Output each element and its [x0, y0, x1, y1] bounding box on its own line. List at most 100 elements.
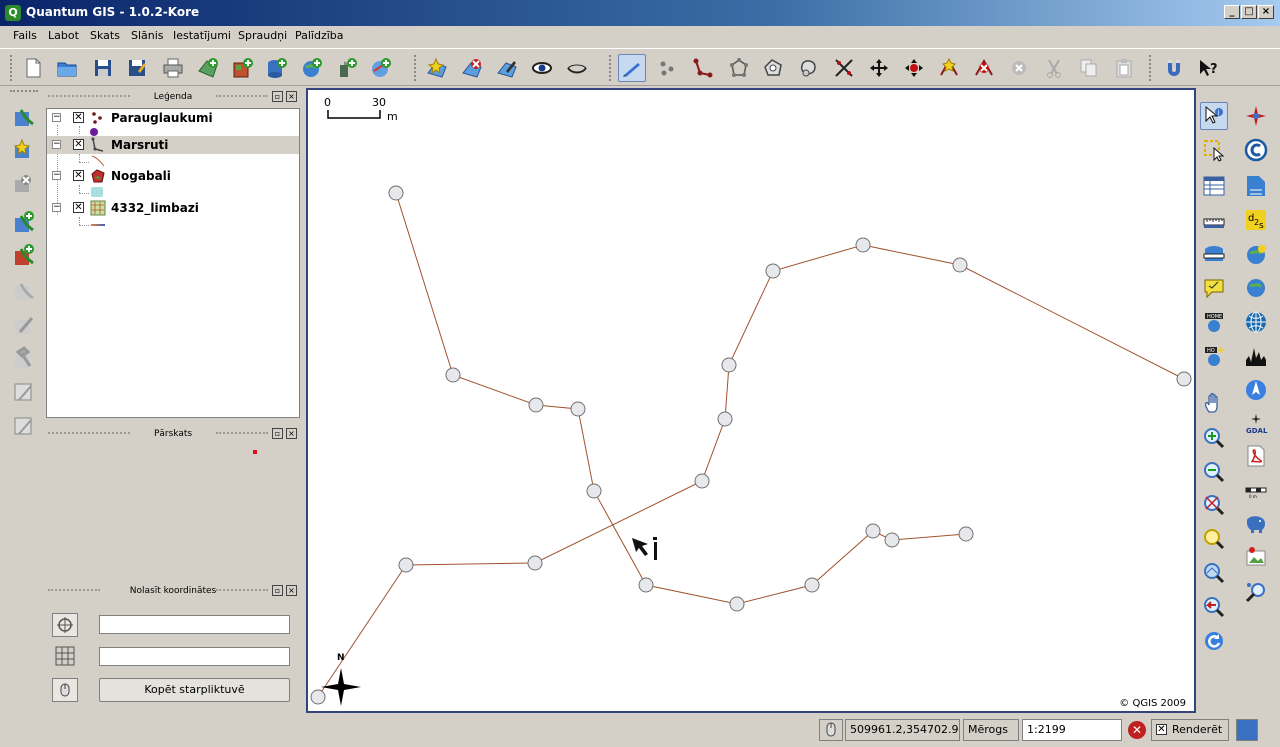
route-vertex[interactable] — [586, 483, 602, 499]
layer-visibility-checkbox[interactable]: ✕ — [73, 139, 84, 150]
route-line[interactable] — [317, 244, 1185, 698]
attribute-table-icon[interactable] — [1200, 172, 1228, 200]
new-project-icon[interactable] — [19, 54, 47, 82]
route-vertex[interactable] — [694, 473, 710, 489]
route-vertex[interactable] — [445, 367, 461, 383]
layer-attributes-icon[interactable] — [10, 412, 38, 440]
copy-features-icon[interactable] — [1075, 54, 1103, 82]
route-vertex[interactable] — [1176, 371, 1192, 387]
paste-features-icon[interactable] — [1110, 54, 1138, 82]
new-layer-icon[interactable] — [423, 54, 451, 82]
image-plugin-icon[interactable] — [1242, 544, 1270, 572]
menu-labot[interactable]: Labot — [48, 29, 79, 42]
render-toggle[interactable]: ✕ Renderēt — [1151, 719, 1229, 741]
collapse-toggle[interactable]: − — [52, 113, 61, 122]
cut-features-icon[interactable] — [1040, 54, 1068, 82]
add-postgis-layer-icon[interactable] — [10, 241, 38, 269]
zoom-out-icon[interactable] — [1200, 458, 1228, 486]
add-wms-layer-icon[interactable] — [10, 276, 38, 304]
capture-point-icon[interactable] — [654, 54, 682, 82]
add-wms-icon[interactable] — [298, 54, 326, 82]
search-plugin-icon[interactable] — [1242, 578, 1270, 606]
coords-close-icon[interactable]: × — [286, 585, 297, 596]
menu-spraudni[interactable]: Spraudņi — [238, 29, 287, 42]
render-checkbox[interactable]: ✕ — [1156, 724, 1167, 735]
route-vertex[interactable] — [570, 401, 586, 417]
menu-slanis[interactable]: Slānis — [131, 29, 164, 42]
route-vertex[interactable] — [765, 263, 781, 279]
pdf-export-icon[interactable] — [1242, 442, 1270, 470]
crosshair-target-icon[interactable] — [52, 613, 78, 637]
legend-layer-4332-limbazi[interactable]: − ✕ 4332_limbazi — [47, 199, 299, 217]
route-vertex[interactable] — [804, 577, 820, 593]
zoom-last-icon[interactable] — [1200, 593, 1228, 621]
route-vertex[interactable] — [952, 257, 968, 273]
route-vertex[interactable] — [528, 397, 544, 413]
layer-visibility-checkbox[interactable]: ✕ — [73, 112, 84, 123]
route-vertex[interactable] — [638, 577, 654, 593]
zoom-selection-icon[interactable] — [1200, 525, 1228, 553]
toolbar-grip[interactable] — [10, 90, 38, 94]
refresh-icon[interactable] — [1200, 627, 1228, 655]
close-button[interactable]: × — [1258, 5, 1274, 19]
toggle-editing-icon[interactable] — [493, 54, 521, 82]
gdal-tools-icon[interactable]: GDAL — [1242, 410, 1270, 438]
overview-close-icon[interactable]: × — [286, 428, 297, 439]
toggle-coords-icon[interactable] — [819, 719, 843, 741]
show-all-layers-icon[interactable] — [528, 54, 556, 82]
route-vertex[interactable] — [527, 555, 543, 571]
north-arrow-plugin-icon[interactable] — [1242, 376, 1270, 404]
add-wfs-icon[interactable] — [367, 54, 395, 82]
capture-mouse-icon[interactable] — [52, 678, 78, 702]
add-raster-icon[interactable] — [229, 54, 257, 82]
route-vertex[interactable] — [310, 689, 326, 705]
map-canvas[interactable]: 0 30 m N © QGIS 2009 — [306, 88, 1196, 713]
add-vertex-icon[interactable] — [935, 54, 963, 82]
collapse-toggle[interactable]: − — [52, 171, 61, 180]
plugin-magnet-icon[interactable] — [1160, 54, 1188, 82]
edit-layer-icon[interactable] — [10, 310, 38, 338]
zoom-in-icon[interactable] — [1200, 424, 1228, 452]
toolbar-grip[interactable] — [609, 55, 613, 81]
route-vertex[interactable] — [884, 532, 900, 548]
add-island-icon[interactable] — [795, 54, 823, 82]
save-file-plugin-icon[interactable] — [1242, 172, 1270, 200]
menu-palidziba[interactable]: Palīdzība — [295, 29, 344, 42]
route-vertex[interactable] — [865, 523, 881, 539]
save-project-icon[interactable] — [89, 54, 117, 82]
map-crs-coord-input[interactable] — [99, 615, 290, 634]
hide-all-layers-icon[interactable] — [563, 54, 591, 82]
scale-bar-plugin-icon[interactable]: 0 m — [1242, 478, 1270, 506]
move-vertex-icon[interactable] — [900, 54, 928, 82]
measure-line-icon[interactable] — [1200, 208, 1228, 236]
identify-tool-icon[interactable]: i — [1200, 102, 1228, 130]
menu-iestatijumi[interactable]: Iestatījumi — [173, 29, 231, 42]
coords-dock-title[interactable]: Nolasīt koordinātes ▫ × — [46, 584, 300, 598]
new-vector-layer-icon[interactable] — [10, 136, 38, 164]
route-vertex[interactable] — [721, 357, 737, 373]
save-as-icon[interactable] — [123, 54, 151, 82]
coords-float-icon[interactable]: ▫ — [272, 585, 283, 596]
home-view-icon[interactable]: HOME — [1200, 308, 1228, 336]
capture-polygon-icon[interactable] — [725, 54, 753, 82]
stop-render-icon[interactable]: ✕ — [1128, 721, 1146, 739]
add-spatialite-icon[interactable] — [333, 54, 361, 82]
maximize-button[interactable]: □ — [1241, 5, 1257, 19]
toolbar-grip[interactable] — [10, 55, 14, 81]
pan-hand-icon[interactable] — [1200, 390, 1228, 418]
remove-layer-left-icon[interactable] — [10, 170, 38, 198]
route-vertex[interactable] — [729, 596, 745, 612]
minimize-button[interactable]: _ — [1224, 5, 1240, 19]
route-vertex[interactable] — [855, 237, 871, 253]
histogram-icon[interactable] — [1242, 342, 1270, 370]
add-ring-icon[interactable] — [759, 54, 787, 82]
measure-area-icon[interactable] — [1200, 241, 1228, 269]
globe-add-icon[interactable] — [1242, 241, 1270, 269]
capture-line-icon[interactable] — [689, 54, 717, 82]
select-features-icon[interactable] — [1200, 136, 1228, 164]
toolbar-grip[interactable] — [1149, 55, 1153, 81]
digitize-pencil-icon[interactable] — [618, 54, 646, 82]
delete-selected-icon[interactable] — [1005, 54, 1033, 82]
copyright-label-icon[interactable] — [1242, 136, 1270, 164]
map-tips-icon[interactable] — [1200, 274, 1228, 302]
